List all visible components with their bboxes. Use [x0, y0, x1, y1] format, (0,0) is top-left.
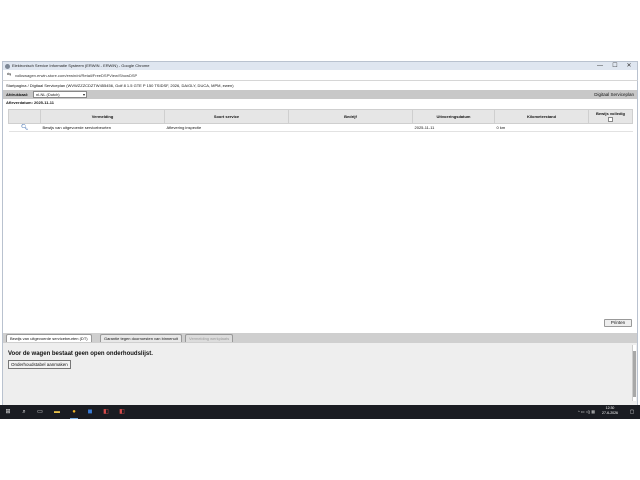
app-icon — [5, 64, 10, 69]
file-explorer-icon[interactable]: ▬ — [53, 408, 61, 416]
column-header-datum[interactable]: Uitvoeringsdatum — [412, 109, 495, 124]
page-toolbar: Afdrukbaal: nl-NL (Dutch) ▾ Digitaal Ser… — [2, 90, 638, 99]
delivery-date-row: Afleverdatum: 2025-11-11 — [2, 99, 638, 107]
page-title: Digitaal Serviceplan — [594, 92, 634, 97]
browser-title-bar: Elektronisch Service Informatie Systeem … — [2, 61, 638, 70]
main-content: Vermelding Soort service Bedrijf Uitvoer… — [2, 107, 638, 333]
language-select[interactable]: nl-NL (Dutch) ▾ — [33, 91, 87, 98]
windows-taskbar: ⊞ ⌕ ▭ ▬ ● ◼ ◧ ◧ ^ ▭ ◁) ▦ 12:30 27-6-2026… — [0, 405, 640, 419]
breadcrumb-text[interactable]: Startpagina / Digitaal Serviceplan (WVWZ… — [6, 81, 234, 90]
bottom-panel: Voor de wagen bestaat geen open onderhou… — [2, 343, 638, 405]
site-info-icon[interactable]: ⇆ — [7, 72, 13, 79]
language-select-value: nl-NL (Dutch) — [36, 92, 60, 97]
column-header-bewijs: Bewijs volledig — [588, 109, 633, 124]
cell-datum: 2025-11-11 — [412, 123, 495, 132]
column-header-vermelding[interactable]: Vermelding — [40, 109, 165, 124]
screen-margin-bottom — [0, 419, 640, 480]
select-all-checkbox[interactable] — [608, 117, 613, 122]
app-icon-red[interactable]: ◧ — [102, 408, 110, 416]
column-header-km[interactable]: Kilometerstand — [494, 109, 589, 124]
search-icon[interactable]: ⌕ — [20, 408, 28, 416]
column-header-bewijs-label: Bewijs volledig — [596, 111, 625, 116]
cell-vermelding: Bewijs van uitgevoerde servicebeurten — [40, 123, 165, 132]
table-row[interactable]: 🔍︎ Bewijs van uitgevoerde servicebeurten… — [8, 123, 633, 132]
maximize-icon[interactable]: ☐ — [608, 62, 622, 70]
tab-service-proof[interactable]: Bewijs van uitgevoerde servicebeurten (D… — [6, 334, 92, 342]
bottom-panel-scrollbar[interactable] — [632, 345, 636, 401]
tab-rust-warranty[interactable]: Garantie tegen doorroesten van binnenuit — [100, 334, 182, 342]
task-view-icon[interactable]: ▭ — [36, 408, 44, 416]
breadcrumb: Startpagina / Digitaal Serviceplan (WVWZ… — [2, 81, 638, 90]
column-header-icon — [8, 109, 41, 124]
chevron-down-icon: ▾ — [82, 92, 85, 97]
delivery-date: Afleverdatum: 2025-11-11 — [6, 100, 55, 105]
url-text[interactable]: volkswagen.erwin-store.com/erwin/nl/Reta… — [15, 71, 137, 80]
language-label: Afdrukbaal: — [6, 92, 29, 97]
app-icon-red-2[interactable]: ◧ — [118, 408, 126, 416]
outlook-icon[interactable]: ◼ — [86, 408, 94, 416]
minimize-icon[interactable]: — — [593, 62, 607, 70]
cell-soort-service: Aflevering inspectie — [164, 123, 289, 132]
create-maintenance-table-button[interactable]: Onderhoudstabel aanmaken — [8, 360, 71, 369]
address-bar[interactable]: ⇆ volkswagen.erwin-store.com/erwin/nl/Re… — [2, 70, 638, 81]
column-header-bedrijf[interactable]: Bedrijf — [288, 109, 413, 124]
column-header-soort-service[interactable]: Soort service — [164, 109, 289, 124]
screen-margin-top — [0, 0, 640, 61]
table-header-row: Vermelding Soort service Bedrijf Uitvoer… — [8, 109, 633, 124]
cell-km: 0 km — [494, 123, 589, 132]
print-button[interactable]: Printen — [604, 319, 632, 327]
clock[interactable]: 12:30 27-6-2026 — [602, 406, 618, 416]
window-title: Elektronisch Service Informatie Systeem … — [12, 63, 150, 68]
clock-date: 27-6-2026 — [602, 411, 618, 415]
windows-start-icon[interactable]: ⊞ — [4, 408, 12, 416]
bottom-tab-strip: Bewijs van uitgevoerde servicebeurten (D… — [2, 333, 638, 343]
scrollbar-thumb[interactable] — [633, 351, 636, 397]
magnifier-icon[interactable]: 🔍︎ — [21, 125, 29, 131]
chrome-icon[interactable]: ● — [70, 408, 78, 419]
cell-bedrijf — [288, 123, 413, 132]
tray-icons[interactable]: ^ ▭ ◁) ▦ — [578, 407, 595, 417]
service-table: Vermelding Soort service Bedrijf Uitvoer… — [8, 109, 633, 132]
maintenance-message: Voor de wagen bestaat geen open onderhou… — [8, 351, 153, 357]
cell-bewijs — [588, 123, 633, 132]
close-icon[interactable]: ✕ — [622, 62, 636, 70]
notification-icon[interactable]: ▢ — [628, 408, 636, 416]
tab-workshop-note: Vermelding werkplaats — [185, 334, 234, 342]
